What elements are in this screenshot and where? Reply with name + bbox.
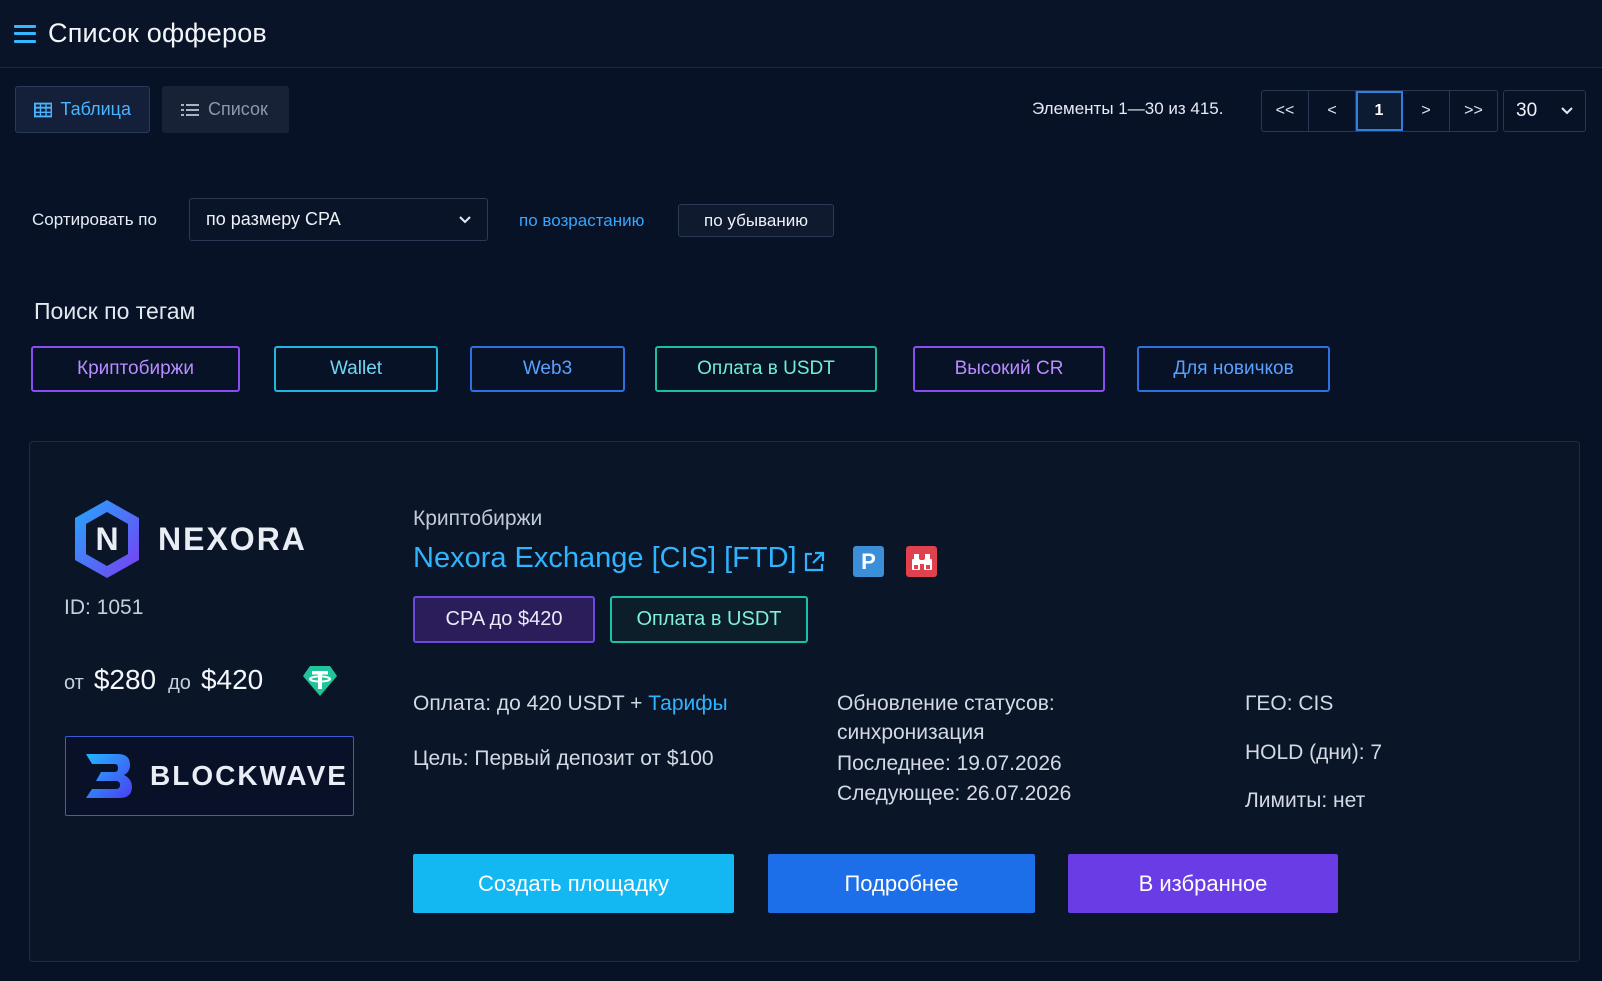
offer-title-link[interactable]: Nexora Exchange [CIS] [FTD]	[413, 542, 797, 575]
tag-crypto-exchanges[interactable]: Криптобиржи	[31, 346, 240, 392]
payment-text: Оплата: до 420 USDT +	[413, 692, 649, 715]
brand-name: NEXORA	[158, 520, 307, 557]
tag-wallet[interactable]: Wallet	[274, 346, 438, 392]
geo-info: ГЕО: CIS	[1245, 692, 1334, 715]
chevron-down-icon	[459, 215, 471, 223]
menu-icon[interactable]	[14, 24, 36, 43]
hold-info: HOLD (дни): 7	[1245, 741, 1383, 764]
next-update: Следующее: 26.07.2026	[837, 782, 1072, 805]
p-badge-icon: P	[853, 546, 884, 577]
list-icon	[181, 103, 199, 116]
top-bar: Список офферов	[0, 0, 1602, 68]
status-update-label: Обновление статусов:	[837, 692, 1055, 715]
page-prev-button[interactable]: <	[1309, 91, 1356, 131]
per-page-select[interactable]: 30	[1503, 90, 1586, 132]
blockwave-logo-icon	[86, 754, 132, 798]
view-table-label: Таблица	[60, 99, 131, 119]
view-list-button[interactable]: Список	[162, 86, 289, 133]
sort-selected-value: по размеру CPA	[206, 209, 341, 229]
tag-web3[interactable]: Web3	[470, 346, 625, 392]
tag-high-cr[interactable]: Высокий CR	[913, 346, 1105, 392]
external-link-icon[interactable]	[802, 550, 826, 574]
page-first-button[interactable]: <<	[1262, 91, 1309, 131]
cpa-badge: CPA до $420	[413, 596, 595, 643]
tag-for-beginners[interactable]: Для новичков	[1137, 346, 1330, 392]
view-table-button[interactable]: Таблица	[15, 86, 150, 133]
tether-icon	[303, 666, 337, 696]
create-platform-button[interactable]: Создать площадку	[413, 854, 734, 913]
partner-name: BLOCKWAVE	[150, 760, 348, 791]
status-update-value: синхронизация	[837, 721, 985, 744]
details-button[interactable]: Подробнее	[768, 854, 1035, 913]
page-last-button[interactable]: >>	[1450, 91, 1497, 131]
pagination: << < 1 > >>	[1261, 90, 1498, 132]
sort-label: Сортировать по	[32, 210, 157, 229]
binoculars-icon	[906, 546, 937, 577]
sort-descending-button[interactable]: по убыванию	[678, 204, 834, 237]
last-update: Последнее: 19.07.2026	[837, 752, 1062, 775]
brand-logo: N NEXORA	[72, 498, 307, 580]
favorite-button[interactable]: В избранное	[1068, 854, 1338, 913]
page-current-button[interactable]: 1	[1356, 91, 1403, 131]
page-title: Список офферов	[48, 18, 267, 48]
price-to: $420	[200, 664, 264, 695]
nexora-hexagon-icon: N	[75, 500, 139, 578]
offer-id: ID: 1051	[64, 596, 144, 619]
tag-usdt-payment[interactable]: Оплата в USDT	[655, 346, 877, 392]
tariffs-link[interactable]: Тарифы	[648, 692, 727, 715]
price-from: $280	[93, 664, 157, 695]
partner-badge: BLOCKWAVE	[65, 736, 354, 816]
price-range: от $280 до $420	[64, 664, 275, 696]
table-icon	[34, 102, 53, 117]
per-page-value: 30	[1516, 100, 1538, 121]
page-next-button[interactable]: >	[1403, 91, 1450, 131]
chevron-down-icon	[1561, 107, 1573, 115]
tags-title: Поиск по тегам	[34, 298, 196, 324]
sort-select[interactable]: по размеру CPA	[189, 198, 488, 241]
payment-badge: Оплата в USDT	[610, 596, 808, 643]
price-from-label: от	[64, 672, 84, 694]
sort-ascending-link[interactable]: по возрастанию	[519, 211, 644, 231]
limits-info: Лимиты: нет	[1245, 789, 1366, 812]
svg-text:N: N	[95, 521, 118, 557]
view-list-label: Список	[208, 99, 268, 119]
goal-info: Цель: Первый депозит от $100	[413, 747, 714, 770]
price-to-label: до	[168, 672, 191, 694]
offer-category: Криптобиржи	[413, 507, 543, 530]
elements-count: Элементы 1—30 из 415.	[1032, 99, 1224, 118]
payment-info: Оплата: до 420 USDT + Тарифы	[413, 689, 728, 719]
